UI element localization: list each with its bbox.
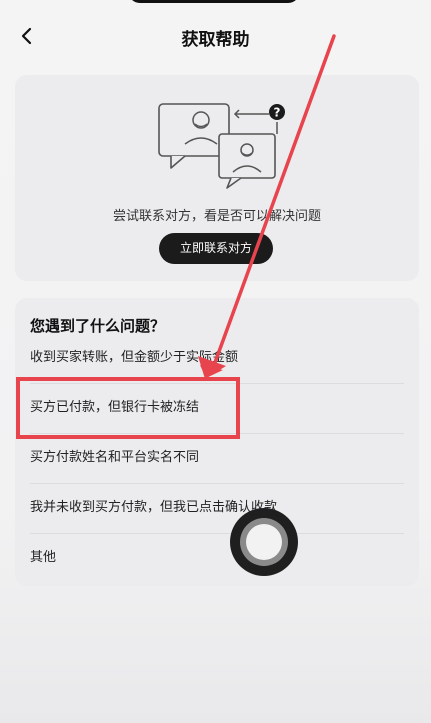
contact-now-button[interactable]: 立即联系对方 bbox=[159, 233, 273, 264]
chat-video-help-icon: ? bbox=[158, 103, 285, 189]
problem-item-card-frozen[interactable]: 买方已付款，但银行卡被冻结 bbox=[30, 383, 404, 434]
question-mark-label: ? bbox=[274, 106, 281, 120]
assistive-touch-button[interactable] bbox=[230, 508, 298, 576]
contact-card: ? 尝试联系对方，看是否可以解决问题 立即联系对方 bbox=[15, 75, 419, 281]
problem-item-other[interactable]: 其他 bbox=[30, 533, 404, 583]
contact-description: 尝试联系对方，看是否可以解决问题 bbox=[112, 209, 321, 224]
assistive-touch-center bbox=[246, 524, 282, 560]
problem-card: 您遇到了什么问题？ 收到买家转账，但金额少于实际金额 买方已付款，但银行卡被冻结… bbox=[15, 298, 419, 586]
problem-item-amount-less[interactable]: 收到买家转账，但金额少于实际金额 bbox=[30, 333, 404, 384]
page-title: 获取帮助 bbox=[181, 30, 250, 50]
status-bar-notch bbox=[128, 0, 300, 3]
problem-item-not-received[interactable]: 我并未收到买方付款，但我已点击确认收款 bbox=[30, 483, 404, 534]
problem-item-name-mismatch[interactable]: 买方付款姓名和平台实名不同 bbox=[30, 433, 404, 484]
page-header: 获取帮助 bbox=[0, 16, 431, 56]
